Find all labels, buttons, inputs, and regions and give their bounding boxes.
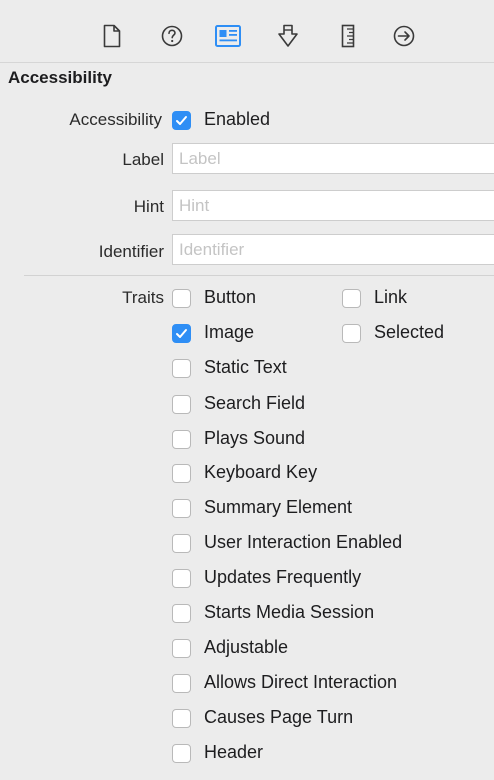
trait-plays-sound-label[interactable]: Plays Sound (204, 428, 305, 449)
trait-updates-frequently-checkbox[interactable] (172, 569, 191, 588)
trait-keyboard-key-checkbox[interactable] (172, 464, 191, 483)
trait-button-label[interactable]: Button (204, 287, 256, 308)
trait-link-checkbox[interactable] (342, 289, 361, 308)
trait-allows-direct-interaction-label[interactable]: Allows Direct Interaction (204, 672, 397, 693)
trait-header-checkbox[interactable] (172, 744, 191, 763)
attributes-icon[interactable] (274, 22, 302, 50)
trait-starts-media-session-checkbox[interactable] (172, 604, 191, 623)
trait-starts-media-session-label[interactable]: Starts Media Session (204, 602, 374, 623)
size-ruler-icon[interactable] (334, 22, 362, 50)
accessibility-enabled-checkbox[interactable] (172, 111, 191, 130)
trait-updates-frequently-label[interactable]: Updates Frequently (204, 567, 361, 588)
trait-static-text-label[interactable]: Static Text (204, 357, 287, 378)
checkmark-icon (176, 329, 187, 338)
label-field-label: Label (122, 150, 164, 169)
hint-field-label: Hint (133, 197, 164, 216)
checkmark-icon (176, 116, 187, 125)
trait-causes-page-turn-label[interactable]: Causes Page Turn (204, 707, 353, 728)
trait-keyboard-key-label[interactable]: Keyboard Key (204, 462, 317, 483)
trait-header-label[interactable]: Header (204, 742, 263, 763)
trait-image-label[interactable]: Image (204, 322, 254, 343)
trait-allows-direct-interaction-checkbox[interactable] (172, 674, 191, 693)
section-divider (24, 275, 494, 276)
trait-selected-label[interactable]: Selected (374, 322, 444, 343)
trait-user-interaction-enabled-label[interactable]: User Interaction Enabled (204, 532, 402, 553)
trait-static-text-checkbox[interactable] (172, 359, 191, 378)
section-title: Accessibility (8, 68, 112, 87)
traits-label: Traits (122, 288, 164, 307)
inspector-toolbar (0, 0, 494, 62)
help-icon[interactable] (158, 22, 186, 50)
file-icon[interactable] (98, 22, 126, 50)
trait-causes-page-turn-checkbox[interactable] (172, 709, 191, 728)
trait-adjustable-label[interactable]: Adjustable (204, 637, 288, 658)
trait-summary-element-checkbox[interactable] (172, 499, 191, 518)
label-input[interactable] (172, 143, 494, 174)
hint-input[interactable] (172, 190, 494, 221)
identity-inspector-icon[interactable] (214, 22, 242, 50)
trait-selected-checkbox[interactable] (342, 324, 361, 343)
identifier-field-label: Identifier (98, 242, 164, 261)
toolbar-divider (0, 62, 494, 63)
trait-image-checkbox[interactable] (172, 324, 191, 343)
accessibility-enabled-label[interactable]: Enabled (204, 109, 270, 130)
trait-button-checkbox[interactable] (172, 289, 191, 308)
trait-link-label[interactable]: Link (374, 287, 407, 308)
trait-search-field-label[interactable]: Search Field (204, 393, 305, 414)
connections-arrow-icon[interactable] (390, 22, 418, 50)
identifier-input[interactable] (172, 234, 494, 265)
trait-plays-sound-checkbox[interactable] (172, 430, 191, 449)
trait-user-interaction-enabled-checkbox[interactable] (172, 534, 191, 553)
accessibility-label: Accessibility (69, 110, 162, 129)
trait-search-field-checkbox[interactable] (172, 395, 191, 414)
trait-adjustable-checkbox[interactable] (172, 639, 191, 658)
trait-summary-element-label[interactable]: Summary Element (204, 497, 352, 518)
